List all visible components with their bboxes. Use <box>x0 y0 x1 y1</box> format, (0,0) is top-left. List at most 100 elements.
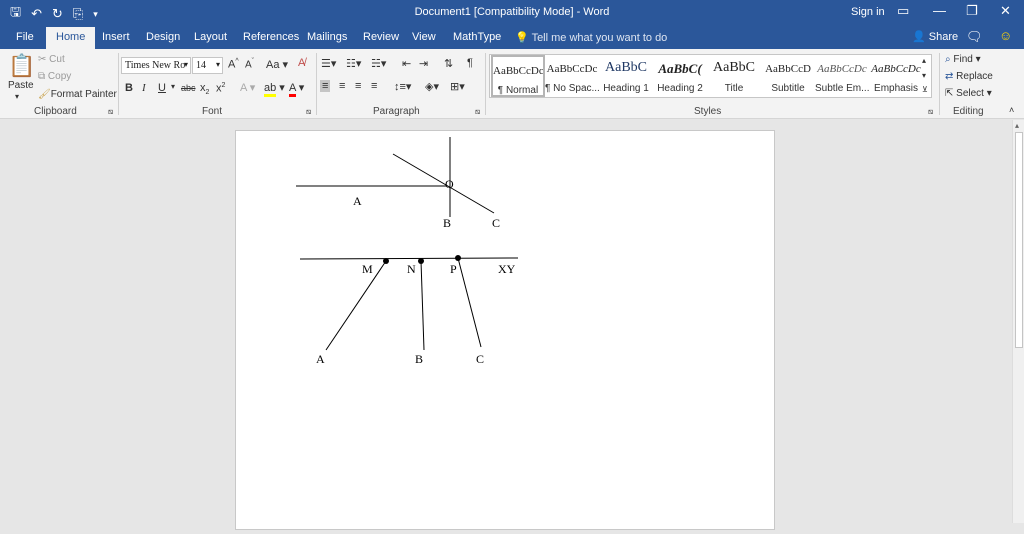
label-b: B <box>443 216 451 230</box>
tab-file[interactable]: File <box>16 31 34 43</box>
style-subtle-emphasis[interactable]: AaBbCcDc Subtle Em... <box>815 55 869 97</box>
multilevel-list-icon[interactable]: ☵▾ <box>371 57 386 70</box>
style-no-spacing[interactable]: AaBbCcDc ¶ No Spac... <box>545 55 599 97</box>
tab-review[interactable]: Review <box>363 31 399 43</box>
change-case-button[interactable]: Aa ▾ <box>266 58 288 71</box>
brush-icon: 🖌 <box>38 89 51 100</box>
find-button[interactable]: ⌕ Find ▾ <box>945 54 981 65</box>
bullets-icon[interactable]: ☰▾ <box>321 57 336 70</box>
label-m: M <box>362 262 373 276</box>
styles-group-label: Styles <box>694 106 722 117</box>
style-heading-2[interactable]: AaBbC( Heading 2 <box>653 55 707 97</box>
clipboard-launcher-icon[interactable]: ⧅ <box>108 107 113 117</box>
text-effects-icon[interactable]: A ▾ <box>240 81 255 94</box>
collapse-ribbon-icon[interactable]: ˄ <box>1009 105 1014 115</box>
label-c2: C <box>476 352 484 366</box>
tab-references[interactable]: References <box>243 31 299 43</box>
document-page[interactable]: O A B C M N P XY A B C <box>235 130 775 530</box>
label-xy: XY <box>498 262 516 276</box>
tab-layout[interactable]: Layout <box>194 31 227 43</box>
tab-home[interactable]: Home <box>46 27 96 49</box>
vertical-scrollbar[interactable]: ▴ <box>1012 120 1024 523</box>
font-group-label: Font <box>202 106 223 117</box>
tab-insert[interactable]: Insert <box>102 31 130 43</box>
italic-icon[interactable]: I <box>142 82 146 94</box>
styles-launcher-icon[interactable]: ⧅ <box>928 107 933 117</box>
comments-icon[interactable]: 🗨 <box>966 29 983 45</box>
scroll-up-icon[interactable]: ▴ <box>1015 121 1019 130</box>
style-heading-1[interactable]: AaBbC Heading 1 <box>599 55 653 97</box>
sort-icon[interactable]: ⇅ <box>444 57 453 70</box>
format-painter-button[interactable]: 🖌Format Painter <box>38 89 117 100</box>
separator <box>485 53 486 115</box>
close-icon[interactable]: ✕ <box>1000 3 1011 19</box>
align-right-icon[interactable]: ≡ <box>355 80 361 92</box>
style-sample: AaBbC( <box>658 61 702 76</box>
line-spacing-icon[interactable]: ↕≡▾ <box>394 80 411 93</box>
copy-label: Copy <box>47 71 72 82</box>
tab-mailings[interactable]: Mailings <box>307 31 347 43</box>
font-size-combo[interactable]: 14 ▾ <box>192 57 223 74</box>
justify-icon[interactable]: ≡ <box>371 80 377 92</box>
style-sample: AaBbCcDc <box>817 63 867 75</box>
cursor-icon: ⇱ <box>945 88 957 99</box>
tell-me-box[interactable]: 💡 Tell me what you want to do <box>515 31 667 44</box>
select-button[interactable]: ⇱ Select ▾ <box>945 88 992 99</box>
styles-gallery: AaBbCcDc ¶ Normal AaBbCcDc ¶ No Spac... … <box>489 54 932 98</box>
restore-icon[interactable]: ❐ <box>966 3 978 19</box>
styles-scroll-down-icon[interactable]: ▾ <box>922 71 926 80</box>
style-subtitle[interactable]: AaBbCcD Subtitle <box>761 55 815 97</box>
font-name-combo[interactable]: Times New Ro ▾ <box>121 57 191 74</box>
chevron-down-icon: ▾ <box>215 60 220 69</box>
minimize-icon[interactable]: — <box>933 3 946 18</box>
tab-design[interactable]: Design <box>146 31 180 43</box>
paste-icon[interactable]: 📋 <box>8 53 35 79</box>
borders-icon[interactable]: ⊞▾ <box>450 80 465 93</box>
grow-font-icon[interactable]: A^ <box>228 58 239 71</box>
increase-indent-icon[interactable]: ⇥ <box>419 57 428 70</box>
styles-scroll-up-icon[interactable]: ▴ <box>922 56 926 65</box>
share-button[interactable]: 👤 Share <box>912 30 958 43</box>
scrollbar-thumb[interactable] <box>1015 132 1023 348</box>
highlight-color-icon[interactable]: ab ▾ <box>264 81 285 97</box>
clear-formatting-icon[interactable]: A̸ <box>298 57 305 69</box>
bold-icon[interactable]: B <box>125 82 133 94</box>
paragraph-launcher-icon[interactable]: ⧅ <box>475 107 480 117</box>
style-emphasis[interactable]: AaBbCcDc Emphasis <box>869 55 923 97</box>
shading-icon[interactable]: ◈▾ <box>425 80 439 93</box>
align-center-icon[interactable]: ≡ <box>339 80 345 92</box>
cut-button[interactable]: ✂ Cut <box>38 54 65 65</box>
underline-icon[interactable]: U <box>158 82 166 94</box>
styles-more-icon[interactable]: ⊻ <box>922 85 928 94</box>
superscript-icon[interactable]: x2 <box>216 82 225 95</box>
strikethrough-icon[interactable]: abc <box>181 83 196 93</box>
font-color-icon[interactable]: A ▾ <box>289 81 304 97</box>
style-name: Subtitle <box>771 83 805 94</box>
style-name: Heading 1 <box>603 83 649 94</box>
label-a2: A <box>316 352 325 366</box>
style-name: Title <box>724 83 744 94</box>
replace-button[interactable]: ⇄ Replace <box>945 71 993 82</box>
sign-in-link[interactable]: Sign in <box>851 6 885 18</box>
numbering-icon[interactable]: ☷▾ <box>346 57 361 70</box>
chevron-down-icon[interactable]: ▾ <box>171 82 175 91</box>
font-launcher-icon[interactable]: ⧅ <box>306 107 311 117</box>
label-n: N <box>407 262 416 276</box>
tab-view[interactable]: View <box>412 31 436 43</box>
decrease-indent-icon[interactable]: ⇤ <box>402 57 411 70</box>
label-c: C <box>492 216 500 230</box>
tab-mathtype[interactable]: MathType <box>453 31 501 43</box>
ribbon-display-options-icon[interactable]: ▭ <box>897 3 909 19</box>
subscript-icon[interactable]: x2 <box>200 82 209 96</box>
paste-dropdown-icon[interactable]: ▾ <box>15 92 19 101</box>
style-title[interactable]: AaBbC Title <box>707 55 761 97</box>
feedback-smiley-icon[interactable]: ☺ <box>999 28 1012 43</box>
paste-button[interactable]: Paste <box>8 80 34 91</box>
align-left-icon[interactable]: ≡ <box>320 80 331 92</box>
shrink-font-icon[interactable]: Aˇ <box>245 58 254 70</box>
replace-label: Replace <box>956 71 993 82</box>
show-marks-icon[interactable]: ¶ <box>467 57 473 69</box>
copy-button[interactable]: ⧉ Copy <box>38 71 71 82</box>
style-normal[interactable]: AaBbCcDc ¶ Normal <box>491 55 545 97</box>
copy-icon: ⧉ <box>38 71 48 82</box>
